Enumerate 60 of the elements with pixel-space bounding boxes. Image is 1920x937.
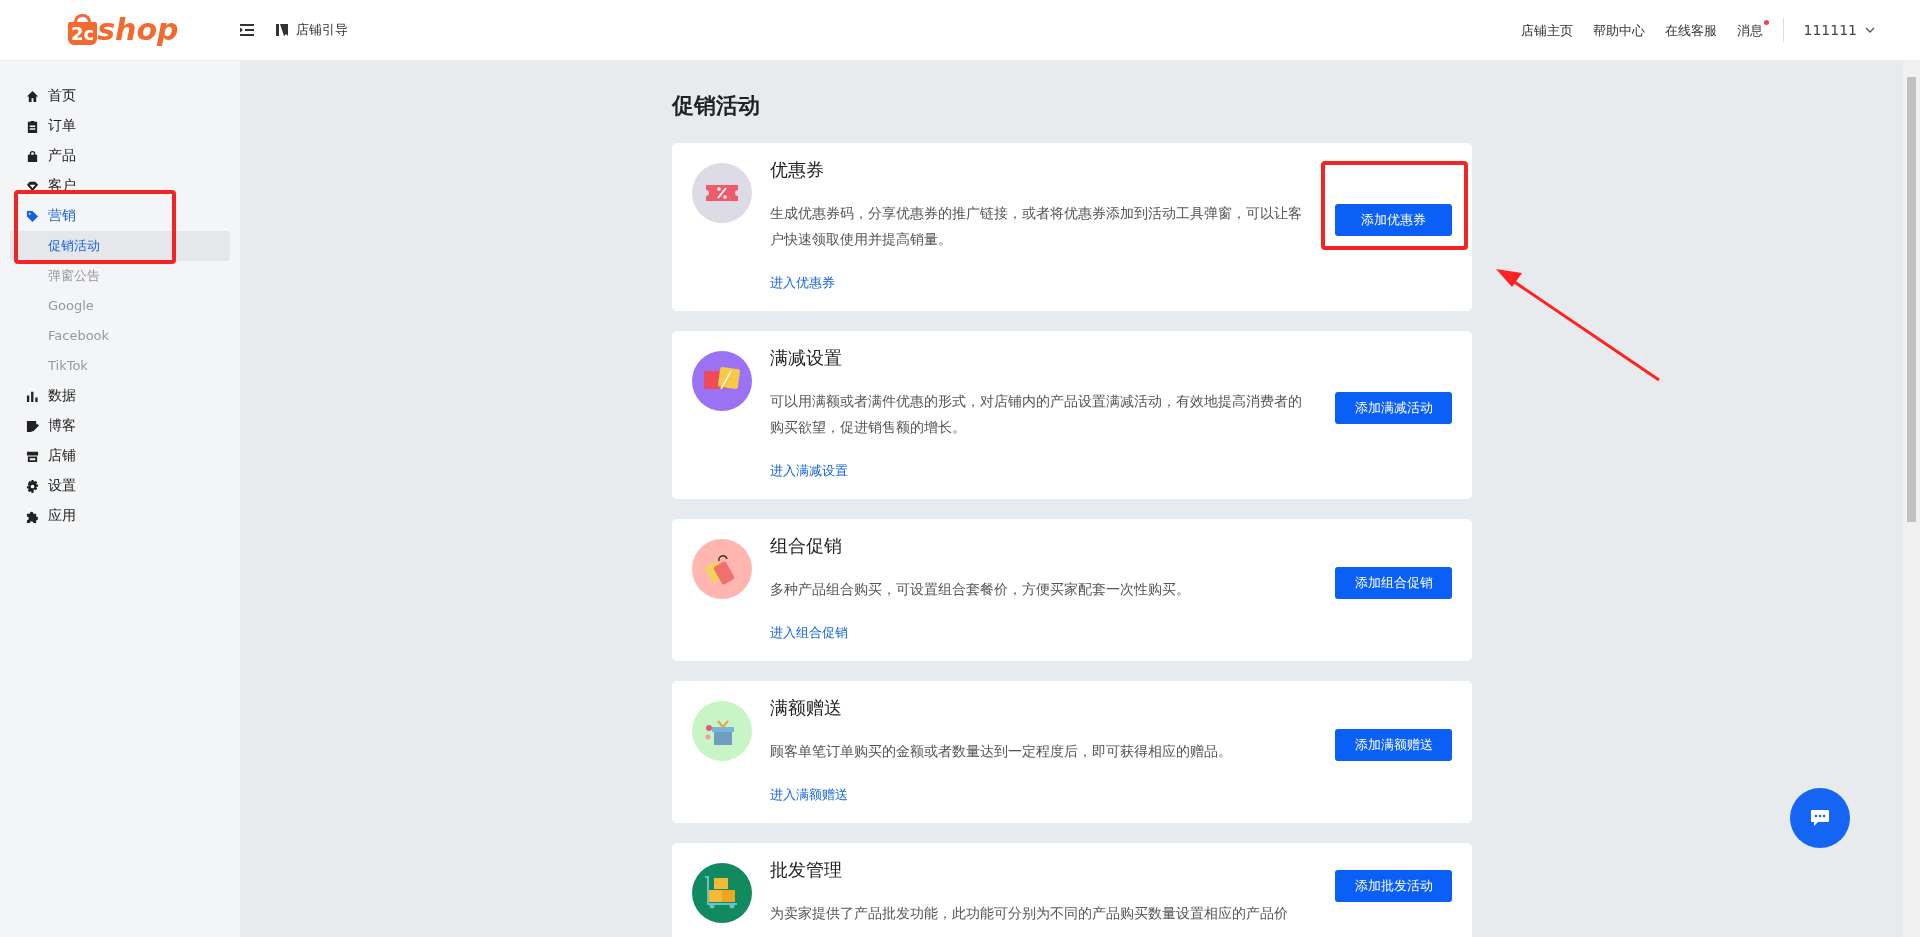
book-icon	[276, 24, 288, 36]
sidebar-item[interactable]: 设置	[0, 471, 240, 501]
header-link[interactable]: 在线客服	[1664, 18, 1723, 42]
edit-icon	[26, 419, 39, 433]
scrollbar[interactable]	[1903, 61, 1920, 937]
header-link[interactable]: 店铺主页	[1520, 18, 1579, 42]
puzzle-icon	[26, 509, 39, 523]
tag-icon	[26, 209, 39, 223]
add-button[interactable]: 添加满额赠送	[1335, 729, 1452, 761]
sidebar-item[interactable]: 营销	[0, 201, 240, 231]
card-title: 批发管理	[770, 858, 842, 882]
home-icon	[26, 89, 39, 103]
page-title: 促销活动	[672, 92, 761, 120]
shop-logo: 2c shop	[68, 15, 228, 45]
discount-icon	[692, 351, 752, 411]
bundle-icon	[692, 539, 752, 599]
add-button[interactable]: 添加组合促销	[1335, 567, 1452, 599]
card-title: 满减设置	[770, 346, 842, 370]
add-button[interactable]: 添加批发活动	[1335, 870, 1452, 902]
card-link[interactable]: 进入满减设置	[770, 460, 848, 482]
chat-icon	[1810, 809, 1830, 827]
diamond-icon	[26, 179, 39, 193]
card-description: 为卖家提供了产品批发功能，此功能可分别为不同的产品购买数量设置相应的产品价	[770, 904, 1288, 923]
card-link[interactable]: 进入优惠券	[770, 272, 835, 294]
sidebar-item[interactable]: 首页	[0, 81, 240, 111]
gear-icon	[26, 479, 39, 493]
menu-icon[interactable]	[240, 24, 254, 36]
card-link[interactable]: 进入组合促销	[770, 622, 848, 644]
card-description: 可以用满额或者满件优惠的形式，对店铺内的产品设置满减活动，有效地提高消费者的购买欲望，促进销售额的增长。	[770, 392, 1303, 437]
user-menu[interactable]: 111111	[1803, 22, 1875, 38]
card-link[interactable]: 进入满额赠送	[770, 784, 848, 806]
sidebar-item[interactable]: 数据	[0, 381, 240, 411]
card-description: 顾客单笔订单购买的金额或者数量达到一定程度后，即可获得相应的赠品。	[770, 742, 1232, 761]
header-link[interactable]: 帮助中心	[1592, 18, 1651, 42]
sidebar-item[interactable]: 产品	[0, 141, 240, 171]
sidebar-subitem[interactable]: 促销活动	[10, 231, 230, 261]
guide-link[interactable]: 店铺引导	[276, 21, 348, 39]
bag-icon	[26, 149, 39, 163]
card-title: 组合促销	[770, 534, 842, 558]
store-icon	[26, 449, 39, 463]
coupon-icon	[692, 163, 752, 223]
header-link[interactable]: 消息	[1736, 18, 1769, 42]
wholesale-icon	[692, 863, 752, 923]
clipboard-icon	[26, 119, 39, 133]
sidebar-item[interactable]: 应用	[0, 501, 240, 531]
gift-icon	[692, 701, 752, 761]
scrollbar-thumb[interactable]	[1907, 77, 1916, 522]
sidebar-item[interactable]: 博客	[0, 411, 240, 441]
card-title: 满额赠送	[770, 696, 842, 720]
sidebar-item[interactable]: 店铺	[0, 441, 240, 471]
add-button[interactable]: 添加满减活动	[1335, 392, 1452, 424]
card-description: 多种产品组合购买，可设置组合套餐价，方便买家配套一次性购买。	[770, 580, 1190, 599]
guide-label: 店铺引导	[296, 21, 348, 39]
chat-button[interactable]	[1790, 788, 1850, 848]
card-title: 优惠券	[770, 158, 824, 182]
sidebar-item[interactable]: 订单	[0, 111, 240, 141]
card-description: 生成优惠券码，分享优惠券的推广链接，或者将优惠券添加到活动工具弹窗，可以让客户快速领取使用并提高销量。	[770, 204, 1303, 249]
chart-icon	[26, 389, 39, 403]
add-button[interactable]: 添加优惠券	[1335, 204, 1452, 236]
chevron-down-icon	[1865, 27, 1875, 33]
